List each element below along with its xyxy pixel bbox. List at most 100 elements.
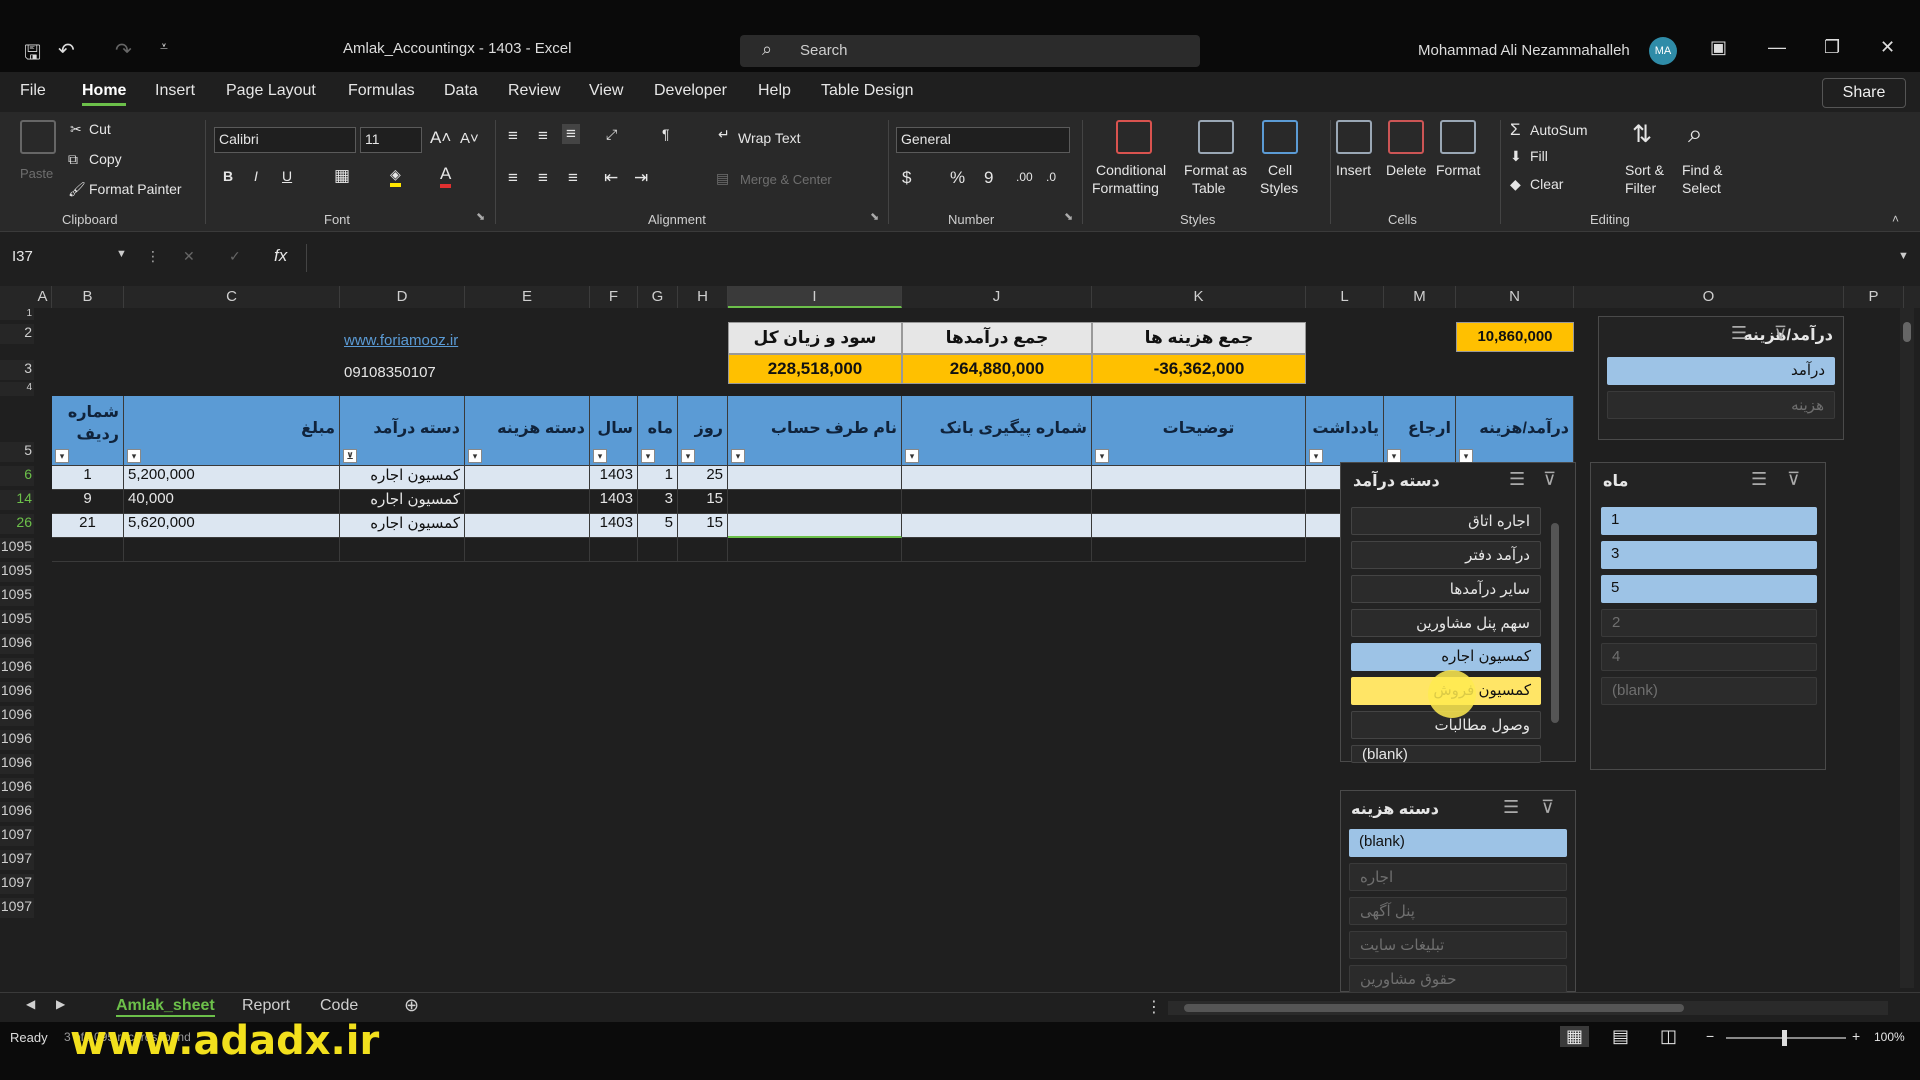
header-description[interactable]: توضیحات ▾ bbox=[1092, 396, 1306, 466]
header-day[interactable]: روز ▾ bbox=[678, 396, 728, 466]
header-income-category[interactable]: دسته درآمد ⊻ bbox=[340, 396, 465, 466]
tab-home[interactable]: Home bbox=[82, 82, 127, 106]
col-header[interactable]: L bbox=[1306, 286, 1384, 308]
col-header[interactable]: N bbox=[1456, 286, 1574, 308]
cell-year[interactable]: 1403 bbox=[590, 466, 638, 490]
font-dialog-icon[interactable]: ⬊ bbox=[476, 210, 485, 223]
col-header[interactable]: H bbox=[678, 286, 728, 308]
slicer-item[interactable]: حقوق مشاورین bbox=[1349, 965, 1567, 992]
row-header[interactable]: 26 bbox=[0, 514, 34, 534]
formula-input[interactable] bbox=[306, 244, 1886, 272]
delete-cells-icon[interactable] bbox=[1388, 120, 1424, 154]
filter-dropdown-icon[interactable]: ▾ bbox=[55, 449, 69, 463]
sheet-tab-code[interactable]: Code bbox=[320, 997, 358, 1015]
cell-empty[interactable] bbox=[1092, 514, 1306, 538]
scrollbar-thumb[interactable] bbox=[1903, 322, 1911, 342]
header-bank-tracking[interactable]: شماره پیگیری بانک ▾ bbox=[902, 396, 1092, 466]
format-cells-button[interactable]: Format bbox=[1436, 162, 1480, 178]
percent-icon[interactable]: % bbox=[950, 168, 965, 188]
row-header[interactable]: 4 bbox=[0, 382, 34, 396]
text-direction-icon[interactable]: ¶ bbox=[662, 126, 670, 142]
slicer-item[interactable]: (blank) bbox=[1601, 677, 1817, 705]
more-icon[interactable]: ⋮ bbox=[146, 248, 160, 265]
col-header[interactable]: D bbox=[340, 286, 465, 308]
row-header[interactable]: 1096 bbox=[0, 706, 34, 726]
slicer-item[interactable]: درآمد bbox=[1607, 357, 1835, 385]
align-right-icon[interactable]: ≡ bbox=[568, 168, 578, 188]
scrollbar-thumb[interactable] bbox=[1184, 1004, 1684, 1012]
underline-icon[interactable]: U bbox=[282, 168, 292, 184]
col-header[interactable]: G bbox=[638, 286, 678, 308]
filter-active-icon[interactable]: ⊻ bbox=[343, 449, 357, 463]
col-header[interactable]: B bbox=[52, 286, 124, 308]
share-button[interactable]: Share bbox=[1822, 78, 1906, 108]
zoom-in-icon[interactable]: + bbox=[1852, 1028, 1860, 1044]
row-header[interactable]: 1096 bbox=[0, 682, 34, 702]
cell-year[interactable]: 1403 bbox=[590, 514, 638, 538]
insert-cells-icon[interactable] bbox=[1336, 120, 1372, 154]
cell-day[interactable]: 15 bbox=[678, 514, 728, 538]
decrease-decimal-icon[interactable]: .0 bbox=[1046, 170, 1056, 184]
filter-dropdown-icon[interactable]: ▾ bbox=[641, 449, 655, 463]
row-header[interactable]: 6 bbox=[0, 466, 34, 486]
sort-filter-icon[interactable]: ⇅ bbox=[1632, 120, 1652, 149]
align-middle-icon[interactable]: ≡ bbox=[538, 126, 548, 146]
col-header[interactable]: J bbox=[902, 286, 1092, 308]
add-sheet-icon[interactable]: ⊕ bbox=[404, 995, 419, 1016]
filter-dropdown-icon[interactable]: ▾ bbox=[468, 449, 482, 463]
header-reference[interactable]: ارجاع ▾ bbox=[1384, 396, 1456, 466]
bold-icon[interactable]: B bbox=[223, 168, 233, 184]
tab-table-design[interactable]: Table Design bbox=[821, 82, 914, 100]
tab-insert[interactable]: Insert bbox=[155, 82, 195, 100]
cell-amount[interactable]: 5,620,000 bbox=[124, 514, 340, 538]
cell-income-category[interactable]: کمسیون اجاره bbox=[340, 490, 465, 514]
font-size-select[interactable]: 11 bbox=[360, 127, 422, 153]
multi-select-icon[interactable]: ☰ bbox=[1509, 469, 1525, 490]
zoom-slider-thumb[interactable] bbox=[1782, 1030, 1787, 1046]
col-header[interactable]: I bbox=[728, 286, 902, 308]
website-link[interactable]: www.foriamooz.ir bbox=[340, 332, 540, 354]
filter-dropdown-icon[interactable]: ▾ bbox=[1309, 449, 1323, 463]
merge-center-button[interactable]: Merge & Center bbox=[740, 172, 832, 187]
format-as-table-icon[interactable] bbox=[1198, 120, 1234, 154]
multi-select-icon[interactable]: ☰ bbox=[1751, 469, 1767, 490]
slicer-item[interactable]: پنل آگهی bbox=[1349, 897, 1567, 925]
normal-view-icon[interactable]: ▦ bbox=[1560, 1026, 1590, 1047]
find-select-icon[interactable]: ⌕ bbox=[1688, 118, 1703, 150]
cell-empty[interactable] bbox=[902, 538, 1092, 562]
row-header[interactable]: 5 bbox=[0, 442, 34, 462]
multi-select-icon[interactable]: ☰ bbox=[1731, 323, 1747, 344]
paste-label[interactable]: Paste bbox=[20, 166, 53, 181]
row-header[interactable]: 1097 bbox=[0, 850, 34, 870]
enter-icon[interactable]: ✓ bbox=[229, 248, 241, 265]
slicer-item[interactable]: سهم پنل مشاورین bbox=[1351, 609, 1541, 637]
more-icon[interactable]: ⋮ bbox=[1146, 997, 1162, 1017]
font-name-select[interactable]: Calibri bbox=[214, 127, 356, 153]
cell-row-number[interactable]: 9 bbox=[52, 490, 124, 514]
tab-file[interactable]: File bbox=[20, 82, 46, 100]
row-header[interactable]: 3 bbox=[0, 360, 34, 380]
cell-income-category[interactable]: کمسیون اجاره bbox=[340, 466, 465, 490]
redo-icon[interactable]: ↷ bbox=[115, 38, 132, 63]
sort-filter-label[interactable]: Sort & bbox=[1625, 162, 1664, 178]
multi-select-icon[interactable]: ☰ bbox=[1503, 797, 1519, 818]
align-top-icon[interactable]: ≡ bbox=[508, 126, 518, 146]
find-select-label[interactable]: Find & bbox=[1682, 162, 1722, 178]
row-header[interactable]: 1095 bbox=[0, 586, 34, 606]
row-header[interactable]: 1097 bbox=[0, 874, 34, 894]
cancel-icon[interactable]: ✕ bbox=[183, 248, 195, 265]
cell-empty[interactable] bbox=[1092, 490, 1306, 514]
clear-button[interactable]: Clear bbox=[1530, 176, 1563, 192]
ribbon-display-icon[interactable]: ▣ bbox=[1710, 37, 1727, 58]
col-header[interactable]: M bbox=[1384, 286, 1456, 308]
cell-empty[interactable] bbox=[902, 514, 1092, 538]
header-month[interactable]: ماه ▾ bbox=[638, 396, 678, 466]
filter-dropdown-icon[interactable]: ▾ bbox=[905, 449, 919, 463]
orientation-icon[interactable]: ⤢ bbox=[606, 126, 617, 143]
cell-empty[interactable] bbox=[465, 538, 590, 562]
slicer-item[interactable]: کمسیون اجاره bbox=[1351, 643, 1541, 671]
tab-data[interactable]: Data bbox=[444, 82, 478, 100]
cell-empty[interactable] bbox=[728, 514, 902, 538]
cell-month[interactable]: 1 bbox=[638, 466, 678, 490]
cell-expense-category[interactable] bbox=[465, 490, 590, 514]
